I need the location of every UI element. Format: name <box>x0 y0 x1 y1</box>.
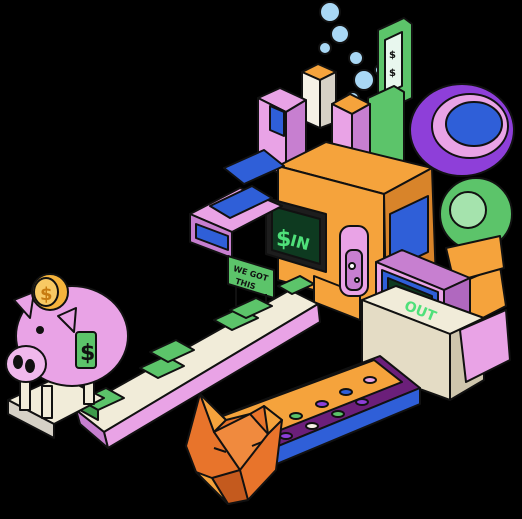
svg-text:$: $ <box>389 68 396 79</box>
chimney-left <box>301 63 337 129</box>
flask <box>339 225 369 297</box>
pig-symbol: $ <box>80 341 95 366</box>
purple-ring <box>409 83 515 177</box>
svg-text:$: $ <box>389 50 396 61</box>
isometric-machine-illustration: $ $ $ IN OUT WE GOT THIS $ $ <box>5 1 515 505</box>
coin-symbol: $ <box>40 284 53 305</box>
green-sphere <box>439 177 513 283</box>
